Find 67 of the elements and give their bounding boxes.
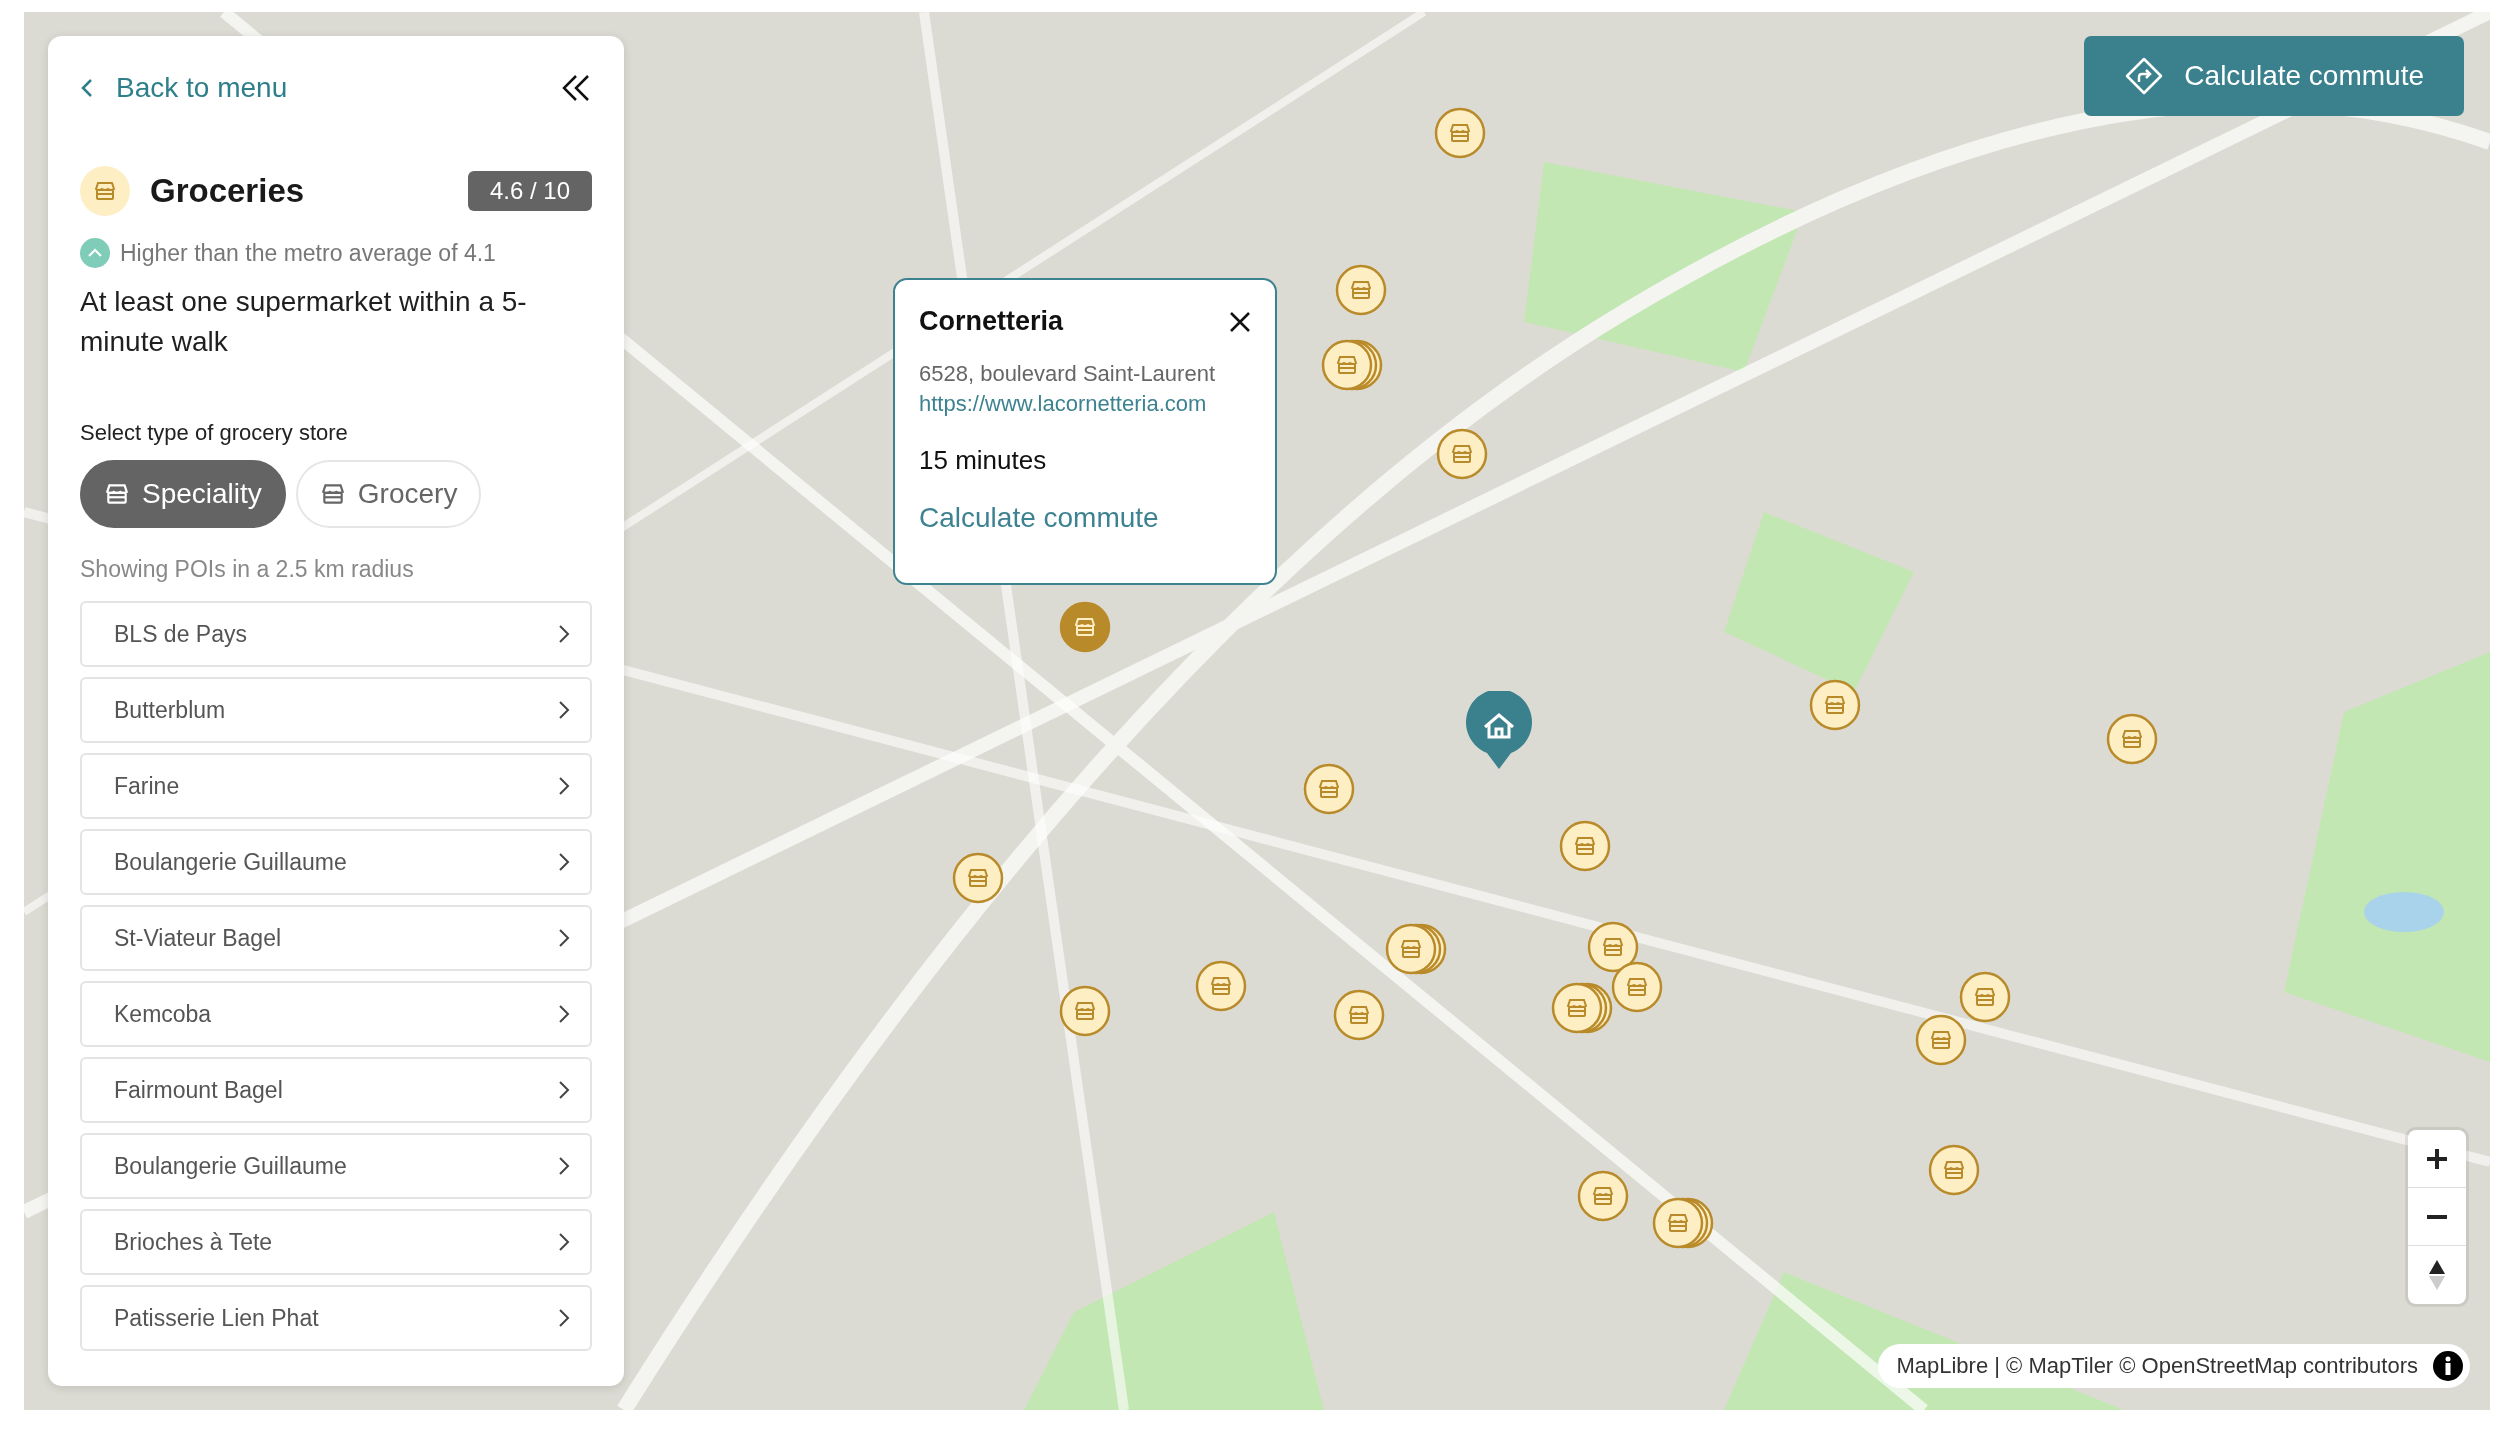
- category-title: Groceries: [150, 172, 306, 210]
- store-marker-icon[interactable]: [1059, 600, 1112, 653]
- store-marker-icon[interactable]: [1809, 679, 1862, 732]
- store-icon: [104, 481, 130, 507]
- store-marker-icon[interactable]: [1610, 961, 1663, 1014]
- store-marker-icon[interactable]: [1334, 264, 1387, 317]
- category-description: At least one supermarket within a 5-minute walk: [80, 285, 528, 359]
- store-marker-icon[interactable]: [1059, 985, 1112, 1038]
- store-marker-icon[interactable]: [1195, 959, 1248, 1012]
- chevron-right-icon: [558, 1232, 570, 1252]
- store-marker-icon[interactable]: [1559, 820, 1612, 873]
- store-marker-icon[interactable]: [1435, 427, 1488, 480]
- chevron-right-icon: [558, 1308, 570, 1328]
- store-marker-icon[interactable]: [1915, 1014, 1968, 1067]
- place-list-item[interactable]: Boulangerie Guillaume: [80, 829, 592, 895]
- attribution-text: MapLibre | © MapTiler © OpenStreetMap contributors: [1896, 1353, 2418, 1379]
- comparison-text: Higher than the metro average of 4.1: [120, 239, 496, 267]
- place-list-item[interactable]: BLS de Pays: [80, 601, 592, 667]
- place-list-item[interactable]: Patisserie Lien Phat: [80, 1285, 592, 1351]
- filter-chip[interactable]: Speciality: [80, 460, 286, 528]
- turn-right-sign-icon: [2124, 56, 2165, 96]
- back-link[interactable]: Back to menu: [80, 72, 288, 104]
- store-marker-icon[interactable]: [1333, 988, 1386, 1041]
- popup-title: Cornetteria: [919, 306, 1064, 337]
- calculate-commute-link[interactable]: Calculate commute: [919, 502, 1251, 534]
- chevron-right-icon: [558, 852, 570, 872]
- radius-note: Showing POIs in a 2.5 km radius: [80, 556, 415, 583]
- store-icon: [93, 179, 117, 203]
- chevron-right-icon: [558, 700, 570, 720]
- store-marker-icon[interactable]: [1928, 1144, 1981, 1197]
- store-marker-stack-icon[interactable]: [1384, 922, 1449, 975]
- store-marker-icon[interactable]: [1586, 921, 1639, 974]
- close-icon: [1229, 310, 1251, 333]
- calculate-commute-button[interactable]: Calculate commute: [2084, 36, 2464, 116]
- chevron-right-icon: [558, 1156, 570, 1176]
- score-badge: 4.6 / 10: [467, 171, 592, 211]
- store-marker-stack-icon[interactable]: [1320, 339, 1385, 392]
- plus-icon: [2425, 1146, 2449, 1171]
- place-list-item[interactable]: Kemcoba: [80, 981, 592, 1047]
- place-list-item[interactable]: St-Viateur Bagel: [80, 905, 592, 971]
- info-icon[interactable]: [2432, 1350, 2464, 1382]
- chevron-right-icon: [558, 624, 570, 644]
- place-list-item[interactable]: Boulangerie Guillaume: [80, 1133, 592, 1199]
- website-link[interactable]: https://www.lacornetteria.com: [919, 391, 1251, 417]
- chevron-right-icon: [558, 1080, 570, 1100]
- filter-label: Select type of grocery store: [80, 420, 349, 446]
- travel-time: 15 minutes: [919, 445, 1048, 476]
- store-marker-icon[interactable]: [1958, 971, 2011, 1024]
- store-marker-icon[interactable]: [1302, 762, 1355, 815]
- place-list-item[interactable]: Farine: [80, 753, 592, 819]
- place-list-item[interactable]: Butterblum: [80, 677, 592, 743]
- store-marker-icon[interactable]: [1434, 107, 1487, 160]
- chevron-left-icon: [80, 77, 94, 99]
- close-button[interactable]: [1229, 310, 1251, 333]
- place-list-item[interactable]: Fairmount Bagel: [80, 1057, 592, 1123]
- store-marker-icon[interactable]: [2106, 712, 2158, 765]
- chevron-right-icon: [558, 928, 570, 948]
- store-marker-icon[interactable]: [951, 852, 1004, 905]
- chevron-right-icon: [558, 1004, 570, 1024]
- chevron-right-icon: [558, 776, 570, 796]
- store-marker-icon[interactable]: [1577, 1169, 1629, 1222]
- store-icon: [319, 481, 346, 507]
- place-list-item[interactable]: Brioches à Tete: [80, 1209, 592, 1275]
- filter-chip[interactable]: Grocery: [295, 460, 482, 528]
- popup-address: 6528, boulevard Saint-Laurent: [919, 361, 1216, 387]
- minus-icon: [2425, 1214, 2449, 1219]
- compass-icon: [2427, 1258, 2447, 1292]
